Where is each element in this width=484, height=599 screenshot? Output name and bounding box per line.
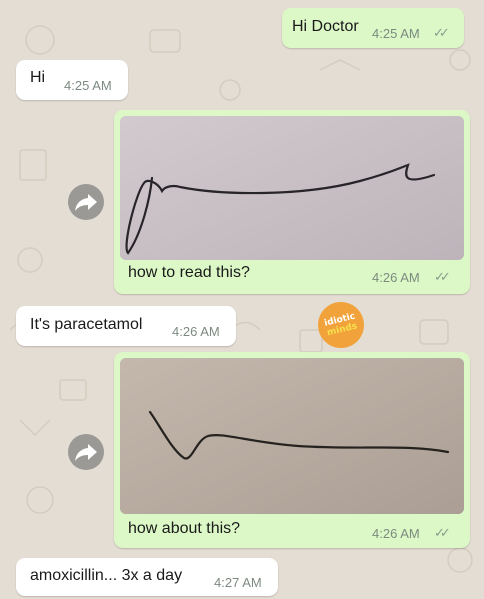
message-text: amoxicillin... 3x a day [30, 567, 183, 584]
image-message-outgoing[interactable]: how to read this? 4:26 AM ✓✓ [114, 110, 470, 294]
message-time: 4:25 AM [372, 26, 420, 41]
handwriting-photo[interactable] [120, 358, 464, 514]
message-time: 4:26 AM [372, 270, 420, 285]
message-bubble-incoming[interactable]: Hi 4:25 AM [16, 60, 128, 100]
message-time: 4:26 AM [172, 324, 220, 339]
double-check-icon: ✓✓ [433, 25, 450, 40]
forward-icon [75, 444, 97, 461]
image-caption: how to read this? [128, 264, 250, 281]
message-bubble-outgoing[interactable]: Hi Doctor 4:25 AM ✓✓ [282, 8, 464, 48]
forward-icon [75, 194, 97, 211]
message-time: 4:27 AM [214, 575, 262, 590]
message-text: Hi [30, 69, 46, 86]
message-time: 4:26 AM [372, 526, 420, 541]
image-caption: how about this? [128, 520, 241, 537]
image-message-outgoing[interactable]: how about this? 4:26 AM ✓✓ [114, 352, 470, 548]
forward-button[interactable] [68, 184, 104, 220]
message-bubble-incoming[interactable]: It's paracetamol 4:26 AM [16, 306, 236, 346]
message-text: Hi Doctor [292, 18, 359, 35]
message-bubble-incoming[interactable]: amoxicillin... 3x a day 4:27 AM [16, 558, 278, 596]
prescription-scribble-image [120, 116, 464, 260]
message-text: It's paracetamol [30, 316, 143, 333]
handwriting-photo[interactable] [120, 116, 464, 260]
forward-button[interactable] [68, 434, 104, 470]
message-time: 4:25 AM [64, 78, 112, 93]
double-check-icon: ✓✓ [434, 525, 451, 540]
prescription-scribble-image [120, 358, 464, 514]
double-check-icon: ✓✓ [434, 269, 451, 284]
